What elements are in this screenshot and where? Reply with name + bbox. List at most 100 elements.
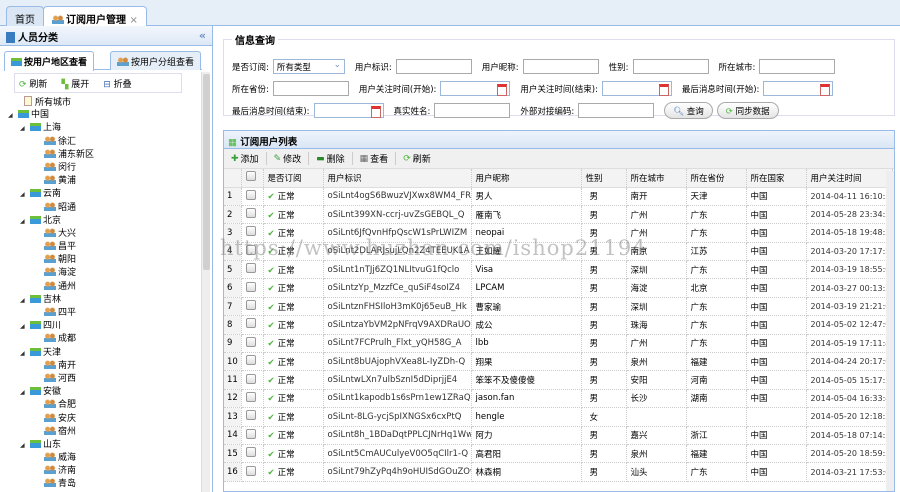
tab-home[interactable]: 首页: [6, 6, 44, 26]
column-header[interactable]: 是否订阅: [263, 169, 324, 188]
row-checkbox[interactable]: [241, 407, 264, 427]
tree-node-city[interactable]: 朝阳: [8, 254, 94, 267]
row-checkbox[interactable]: [241, 334, 264, 354]
expand-triangle-icon[interactable]: ◢: [20, 386, 30, 399]
tree-node-city[interactable]: 昌平: [8, 241, 94, 254]
column-header[interactable]: 用户昵称: [471, 169, 582, 188]
tree-collapse-button[interactable]: ⊟ 折叠: [103, 77, 131, 90]
tree-node-province[interactable]: ◢ 四川: [8, 320, 94, 333]
tree-node-city[interactable]: 河西: [8, 372, 94, 386]
nickname-input[interactable]: [522, 59, 599, 74]
row-checkbox[interactable]: [241, 260, 264, 280]
view-button[interactable]: ▦ 查看: [353, 152, 397, 165]
userid-input[interactable]: [395, 59, 472, 74]
subscribed-select[interactable]: 所有类型 ⌄: [272, 59, 345, 74]
table-row[interactable]: 7 ✔ 正常 oSiLntznFHSIloH3mK0j65euB_Hk 曹家瑜 男…: [224, 297, 893, 317]
tree-scrollbar[interactable]: [201, 72, 210, 492]
tree-node-city[interactable]: 南开: [8, 359, 94, 373]
select-all-checkbox[interactable]: [241, 169, 264, 188]
table-row[interactable]: 12 ✔ 正常 oSiLnt1kapodb1s6sPrn1ew1ZRaQ jaso…: [224, 389, 893, 409]
expand-triangle-icon[interactable]: ◢: [8, 109, 18, 122]
tree-node-city[interactable]: 黄浦: [8, 175, 94, 188]
tree-node-city[interactable]: 四平: [8, 307, 94, 320]
tree-node-city[interactable]: 青岛: [8, 478, 94, 491]
row-checkbox[interactable]: [241, 462, 264, 482]
refresh-button[interactable]: ⟳ 刷新: [396, 152, 438, 166]
row-checkbox[interactable]: [241, 297, 264, 317]
tree-node-province[interactable]: ◢ 上海: [8, 122, 94, 135]
expand-triangle-icon[interactable]: ◢: [20, 215, 30, 228]
table-row[interactable]: 2 ✔ 正常 oSiLnt399XN-ccrj-uvZsGEBQL_Q 雁南飞 男…: [224, 205, 893, 225]
row-checkbox[interactable]: [241, 205, 264, 225]
column-header[interactable]: 所在省份: [686, 169, 747, 188]
tree-node-province[interactable]: ◢ 天津: [8, 347, 94, 360]
column-header[interactable]: 所在国家: [746, 169, 807, 188]
table-row[interactable]: 9 ✔ 正常 oSiLnt7FCPrulh_Flxt_yQH58G_A lbb 男…: [224, 334, 893, 354]
tree-node-city[interactable]: 济南: [8, 465, 94, 478]
tree-node-city[interactable]: 浦东新区: [8, 148, 94, 162]
grid-scrollbar[interactable]: [886, 171, 894, 491]
follow-start-date[interactable]: [440, 81, 511, 96]
table-row[interactable]: 8 ✔ 正常 oSiLntzaYbVM2pNFrqV9AXDRaUOU 成公 男 …: [224, 315, 893, 335]
sync-button[interactable]: ⟳ 同步数据: [716, 102, 779, 119]
row-checkbox[interactable]: [241, 426, 264, 445]
table-row[interactable]: 6 ✔ 正常 oSiLntzYp_MzzfCe_quSiF4soIZ4 LPCAM…: [224, 278, 893, 298]
row-checkbox[interactable]: [241, 187, 264, 206]
table-row[interactable]: 10 ✔ 正常 oSiLnt8bUAjophVXea8L-IyZDh-Q 翔果 男…: [224, 352, 893, 372]
column-header[interactable]: 用户关注时间: [806, 169, 893, 188]
edit-button[interactable]: ✎ 修改: [267, 152, 310, 165]
gender-input[interactable]: [632, 59, 709, 74]
row-checkbox[interactable]: [241, 444, 264, 464]
expand-triangle-icon[interactable]: ◢: [20, 439, 30, 452]
tree-node-city[interactable]: 昭通: [8, 201, 94, 215]
table-row[interactable]: 16 ✔ 正常 oSiLnt79hZyPq4h9oHUISdGOuZOw 林森桐 …: [224, 462, 893, 482]
row-checkbox[interactable]: [241, 352, 264, 372]
lastmsg-end-date[interactable]: [313, 103, 384, 118]
row-checkbox[interactable]: [241, 242, 264, 262]
tree-expand-button[interactable]: ▚ 展开: [61, 77, 89, 90]
table-row[interactable]: 13 ✔ 正常 oSiLnt-8LG-ycjSpIXNGSx6cxPtQ heng…: [224, 407, 893, 427]
table-row[interactable]: 14 ✔ 正常 oSiLnt8h_1BDaDqtPPLCJNrHq1Ww 阿力 男…: [224, 426, 893, 445]
lastmsg-start-date[interactable]: [763, 81, 834, 96]
expand-triangle-icon[interactable]: ◢: [20, 294, 30, 307]
tree-node-city[interactable]: 合肥: [8, 399, 94, 412]
tree-node-city[interactable]: 通州: [8, 280, 94, 294]
column-header[interactable]: 所在城市: [626, 169, 687, 188]
tree-node-city[interactable]: 徐汇: [8, 135, 94, 149]
expand-triangle-icon[interactable]: ◢: [20, 188, 30, 201]
table-row[interactable]: 4 ✔ 正常 oSiLnt2DLARJsujLQn2Z4TEEUK1A 王如耀 男…: [224, 242, 893, 262]
tree-node-city[interactable]: 威海: [8, 452, 94, 465]
table-row[interactable]: 3 ✔ 正常 oSiLnt6JfQvnHfpQscW1sPrLWIZM neopa…: [224, 223, 893, 243]
row-checkbox[interactable]: [241, 315, 264, 335]
tab-subscriber-management[interactable]: 订阅用户管理 ×: [43, 6, 147, 27]
city-input[interactable]: [759, 59, 836, 74]
row-checkbox[interactable]: [241, 370, 264, 390]
follow-end-date[interactable]: [601, 81, 672, 96]
tree-node-city[interactable]: 安庆: [8, 412, 94, 426]
expand-triangle-icon[interactable]: ◢: [20, 122, 30, 135]
delete-button[interactable]: ▬ 删除: [309, 152, 353, 165]
row-checkbox[interactable]: [241, 389, 264, 409]
tree-node-province[interactable]: ◢ 北京: [8, 215, 94, 228]
table-row[interactable]: 5 ✔ 正常 oSiLnt1nTJj6ZQ1NLItvuG1fQclo Visa …: [224, 260, 893, 280]
table-row[interactable]: 11 ✔ 正常 oSiLntwLXn7ulbSznI5dDiprjjE4 笨笨不及…: [224, 370, 893, 390]
province-input[interactable]: [272, 81, 349, 96]
expand-triangle-icon[interactable]: ◢: [20, 347, 30, 360]
table-row[interactable]: 1 ✔ 正常 oSiLnt4ogS6BwuzVJXwx8WM4_FRc 男人 男 …: [224, 187, 893, 206]
tree-node-city[interactable]: 闵行: [8, 161, 94, 175]
tree-node-province[interactable]: ◢ 山东: [8, 439, 94, 452]
tree-node-city[interactable]: 大兴: [8, 227, 94, 241]
tree-node-city[interactable]: 海淀: [8, 267, 94, 280]
tree-refresh-button[interactable]: ⟳ 刷新: [19, 77, 47, 90]
tree-node-city[interactable]: 宿州: [8, 425, 94, 439]
tree-node-province[interactable]: ◢ 吉林: [8, 294, 94, 307]
tree-node-province[interactable]: ◢ 安徽: [8, 386, 94, 399]
column-header[interactable]: 性别: [581, 169, 627, 188]
column-header[interactable]: 用户标识: [323, 169, 472, 188]
tree-node-city[interactable]: 成都: [8, 333, 94, 346]
table-row[interactable]: 15 ✔ 正常 oSiLnt5CmAUCulyeV0O5qCIlr1-Q 高君阳 …: [224, 444, 893, 464]
tree-node-all-cities[interactable]: 所有城市: [8, 96, 94, 109]
tree-node-country[interactable]: ◢ 中国: [8, 109, 94, 122]
search-button[interactable]: 🔍︎ 查询: [664, 102, 713, 119]
tab-by-region[interactable]: 按用户地区查看: [4, 51, 95, 71]
